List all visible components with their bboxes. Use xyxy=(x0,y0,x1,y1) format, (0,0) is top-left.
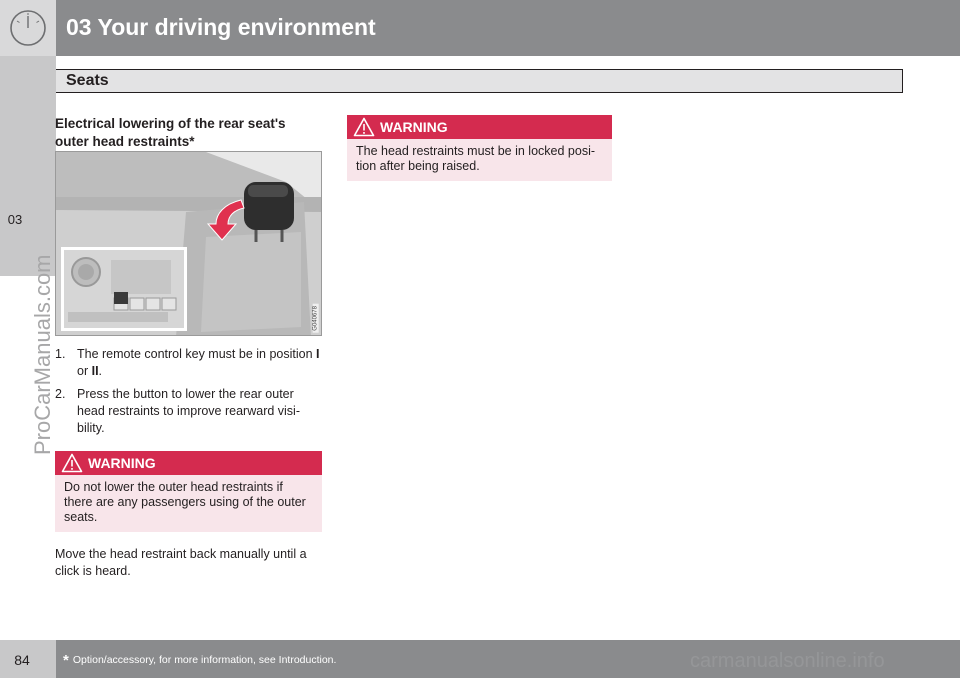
warning-triangle-icon xyxy=(353,117,375,137)
page-number: 84 xyxy=(14,652,30,668)
sub-heading: Electrical lowering of the rear seat's o… xyxy=(55,116,286,149)
warning-text: Do not lower the outer head restraints i… xyxy=(64,480,306,524)
steps-list: 1. The remote control key must be in pos… xyxy=(55,346,322,437)
step-number: 2. xyxy=(55,387,66,401)
section-title: Seats xyxy=(66,72,109,89)
warning-box: WARNING Do not lower the outer head rest… xyxy=(55,451,322,532)
warning-text: The head restraints must be in locked po… xyxy=(356,144,596,173)
gauge-icon xyxy=(10,10,46,46)
chapter-side-tab xyxy=(0,56,56,276)
chapter-number: 03 xyxy=(7,212,23,227)
section-bar: Seats xyxy=(56,69,903,93)
bottom-watermark: carmanualsonline.info xyxy=(690,650,885,672)
footnote-star: * xyxy=(63,652,69,669)
right-column: WARNING The head restraints must be in l… xyxy=(347,115,612,181)
chapter-title: 03 Your driving environment xyxy=(66,14,376,40)
warning-header: WARNING xyxy=(347,115,612,139)
warning-label: WARNING xyxy=(380,119,448,135)
rear-seat-illustration xyxy=(56,152,321,335)
chapter-icon-tab xyxy=(0,0,56,56)
warning-header: WARNING xyxy=(55,451,322,475)
side-watermark: ProCarManuals.com xyxy=(30,254,55,455)
list-item: 1. The remote control key must be in pos… xyxy=(55,346,322,380)
list-item: 2. Press the button to lower the rear ou… xyxy=(55,386,322,437)
step-text: The remote control key must be in positi… xyxy=(77,347,320,378)
body-paragraph: Move the head restraint back manually un… xyxy=(55,547,307,578)
warning-label: WARNING xyxy=(88,455,156,471)
step-number: 1. xyxy=(55,347,66,361)
chapter-header: 03 Your driving environment xyxy=(0,0,960,56)
figure-code: G040678 xyxy=(313,304,319,333)
warning-box: WARNING The head restraints must be in l… xyxy=(347,115,612,181)
warning-triangle-icon xyxy=(61,453,83,473)
head-restraint-figure: G040678 xyxy=(55,151,322,336)
step-text: Press the button to lower the rear outer… xyxy=(77,387,300,435)
page-number-tab: 84 xyxy=(0,640,56,678)
footnote: * Option/accessory, for more information,… xyxy=(63,652,336,669)
footnote-text: Option/accessory, for more information, … xyxy=(72,654,337,666)
left-column: Electrical lowering of the rear seat's o… xyxy=(55,115,322,580)
